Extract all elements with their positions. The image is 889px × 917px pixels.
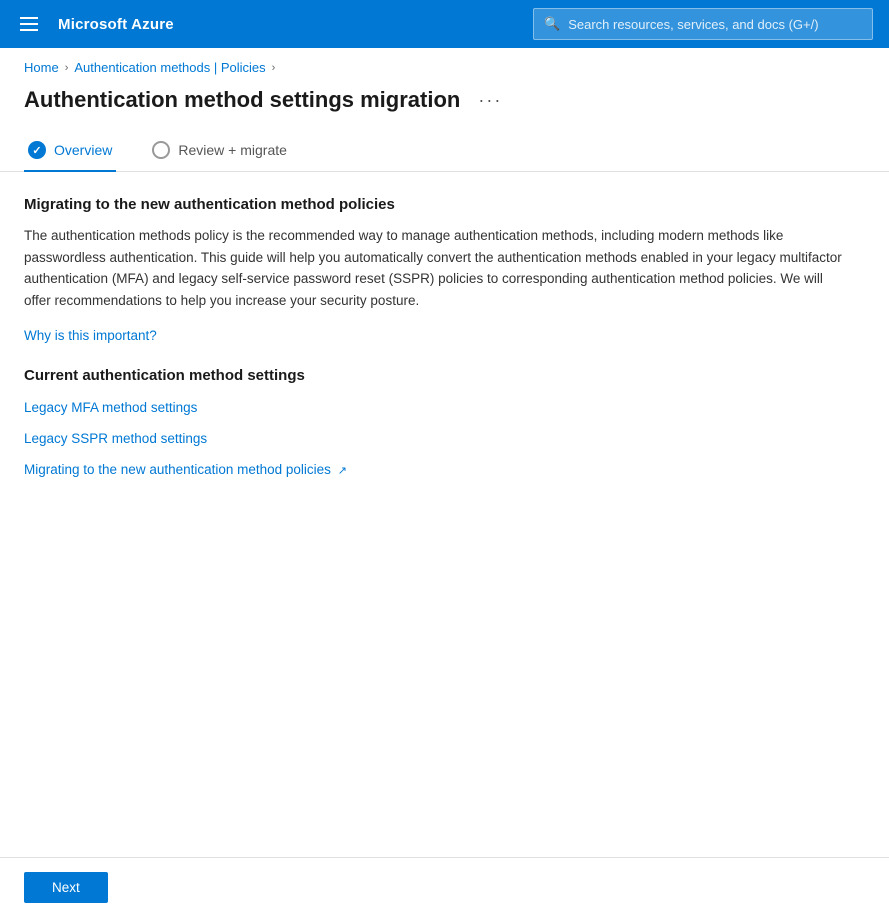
more-options-button[interactable]: ··· <box>472 88 508 113</box>
tab-review-migrate[interactable]: Review + migrate <box>148 129 291 171</box>
breadcrumb-home[interactable]: Home <box>24 60 59 75</box>
legacy-mfa-link[interactable]: Legacy MFA method settings <box>24 400 865 415</box>
tabs-container: ✓ Overview Review + migrate <box>0 129 889 172</box>
search-placeholder: Search resources, services, and docs (G+… <box>568 17 818 32</box>
breadcrumb-parent[interactable]: Authentication methods | Policies <box>74 60 265 75</box>
tab-overview[interactable]: ✓ Overview <box>24 129 116 171</box>
external-link-icon: ↗ <box>338 465 347 477</box>
next-button[interactable]: Next <box>24 872 108 903</box>
breadcrumb: Home › Authentication methods | Policies… <box>0 48 889 83</box>
section2-title: Current authentication method settings <box>24 367 865 384</box>
tab-review-migrate-indicator <box>152 141 170 159</box>
page-title: Authentication method settings migration <box>24 87 460 113</box>
bottom-bar: Next <box>0 857 889 917</box>
section1-title: Migrating to the new authentication meth… <box>24 196 865 213</box>
links-list: Legacy MFA method settings Legacy SSPR m… <box>24 400 865 477</box>
legacy-sspr-link[interactable]: Legacy SSPR method settings <box>24 431 865 446</box>
app-logo: Microsoft Azure <box>58 16 517 33</box>
tab-review-migrate-label: Review + migrate <box>178 142 287 158</box>
section1-description: The authentication methods policy is the… <box>24 225 844 311</box>
tab-overview-label: Overview <box>54 142 112 158</box>
main-content: Migrating to the new authentication meth… <box>0 196 889 477</box>
breadcrumb-separator-1: › <box>65 62 69 74</box>
migrating-new-link-text: Migrating to the new authentication meth… <box>24 462 331 477</box>
why-important-link[interactable]: Why is this important? <box>24 328 157 343</box>
search-icon: 🔍 <box>544 16 560 32</box>
hamburger-menu[interactable] <box>16 13 42 35</box>
search-bar[interactable]: 🔍 Search resources, services, and docs (… <box>533 8 873 40</box>
tab-overview-indicator: ✓ <box>28 141 46 159</box>
migrating-new-link[interactable]: Migrating to the new authentication meth… <box>24 462 865 477</box>
breadcrumb-separator-2: › <box>272 62 276 74</box>
page-header: Authentication method settings migration… <box>0 83 889 129</box>
top-nav: Microsoft Azure 🔍 Search resources, serv… <box>0 0 889 48</box>
